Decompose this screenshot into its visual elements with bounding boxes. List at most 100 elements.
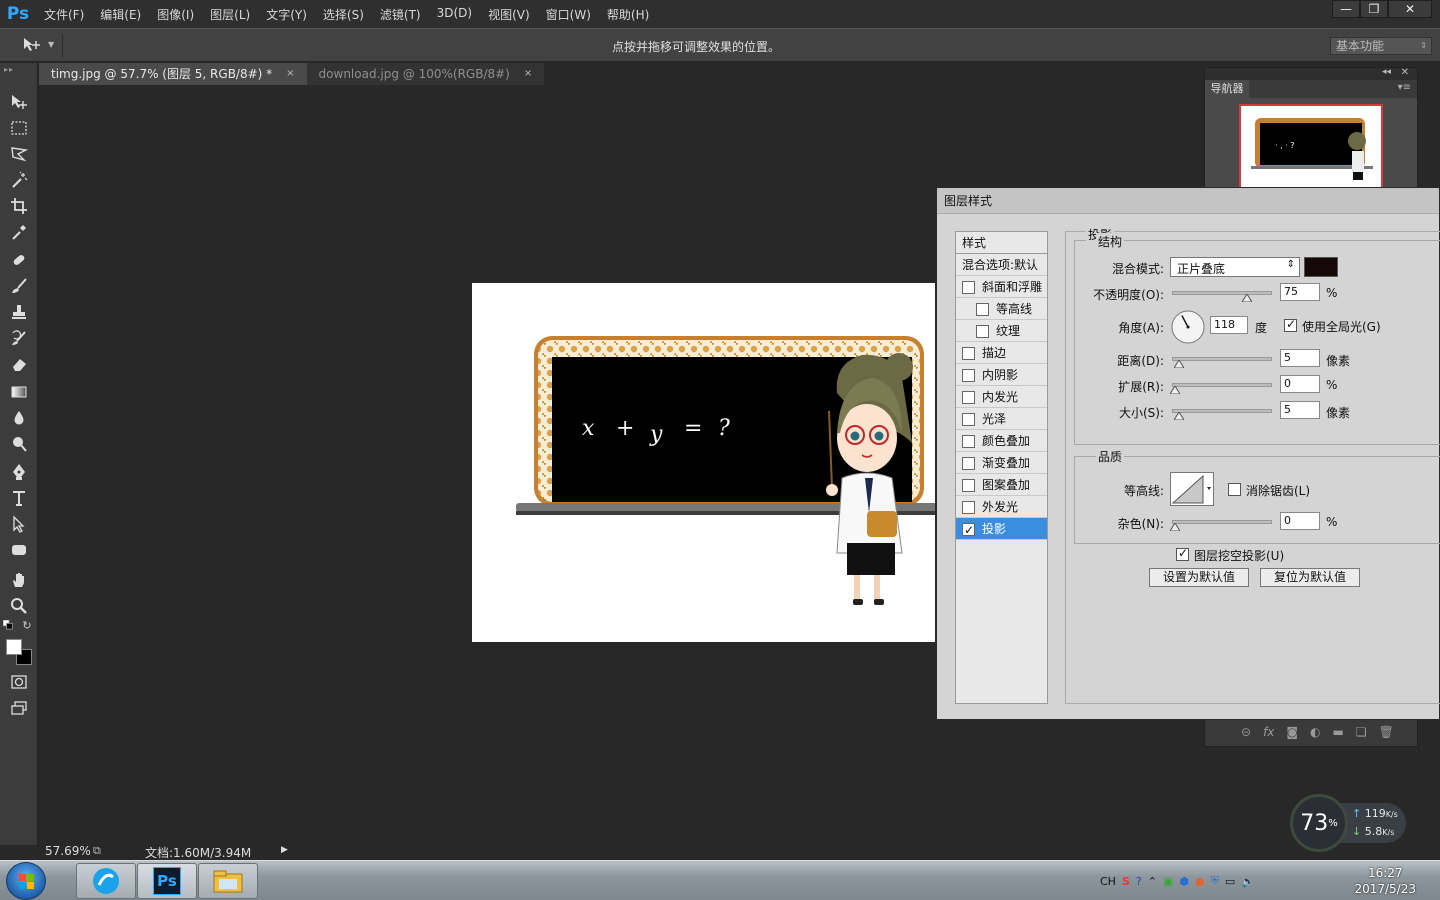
photoshop-taskbar-icon[interactable]: Ps: [137, 863, 197, 899]
fx-icon[interactable]: fx: [1263, 725, 1274, 739]
distance-slider-thumb[interactable]: [1174, 360, 1184, 368]
spread-slider-thumb[interactable]: [1170, 386, 1180, 394]
style-checkbox[interactable]: [976, 303, 989, 316]
dodge-tool-icon[interactable]: [7, 433, 31, 455]
noise-slider[interactable]: [1172, 520, 1272, 524]
menu-item-4[interactable]: 文字(Y): [258, 6, 315, 23]
zoom-tool-icon[interactable]: [7, 595, 31, 617]
style-item-6[interactable]: 光泽: [956, 408, 1047, 430]
tab-timg[interactable]: timg.jpg @ 57.7% (图层 5, RGB/8#) * ×: [39, 63, 307, 85]
opacity-slider-thumb[interactable]: [1242, 294, 1252, 302]
brush-tool-icon[interactable]: [7, 275, 31, 297]
knockout-checkbox[interactable]: ✓: [1176, 546, 1189, 561]
style-checkbox[interactable]: [976, 325, 989, 338]
mask-icon[interactable]: ◙: [1286, 725, 1298, 739]
crop-tool-icon[interactable]: [7, 195, 31, 217]
style-checkbox[interactable]: [962, 519, 975, 541]
export-icon[interactable]: ⧉: [93, 844, 101, 858]
menu-item-0[interactable]: 文件(F): [36, 6, 92, 23]
style-item-5[interactable]: 内发光: [956, 386, 1047, 408]
style-item-0[interactable]: 斜面和浮雕: [956, 276, 1047, 298]
angle-dial[interactable]: [1170, 309, 1206, 345]
cube-icon[interactable]: ⬢: [1179, 875, 1189, 888]
clock[interactable]: 16:27 2017/5/23: [1354, 865, 1416, 897]
style-item-10[interactable]: 外发光: [956, 496, 1047, 518]
new-layer-icon[interactable]: ❏: [1356, 725, 1367, 739]
eraser-tool-icon[interactable]: [7, 353, 31, 375]
folder-icon[interactable]: ▬: [1333, 725, 1344, 739]
opacity-input[interactable]: 75: [1280, 283, 1320, 301]
shadow-color-swatch[interactable]: [1304, 257, 1338, 277]
blend-mode-select[interactable]: 正片叠底 ⇕: [1170, 257, 1300, 277]
color-ball-icon[interactable]: ●: [1195, 875, 1205, 888]
tab-download[interactable]: download.jpg @ 100%(RGB/8#) ×: [306, 63, 545, 85]
style-item-9[interactable]: 图案叠加: [956, 474, 1047, 496]
style-item-11[interactable]: 投影: [956, 518, 1047, 541]
menu-item-3[interactable]: 图层(L): [202, 6, 258, 23]
qq-icon[interactable]: ▣: [1163, 875, 1173, 888]
panel-grip-icon[interactable]: ▸▸: [4, 65, 14, 74]
set-default-button[interactable]: 设置为默认值: [1149, 568, 1249, 587]
chevron-down-icon[interactable]: ▼: [48, 40, 54, 49]
close-icon[interactable]: ×: [286, 63, 294, 85]
noise-slider-thumb[interactable]: [1170, 523, 1180, 531]
path-selection-icon[interactable]: [7, 513, 31, 535]
panel-menu-icon[interactable]: ▾≡: [1398, 82, 1411, 93]
style-checkbox[interactable]: [962, 413, 975, 426]
opacity-slider[interactable]: [1172, 291, 1272, 295]
foreground-color-swatch[interactable]: [6, 639, 22, 655]
move-tool-preset-icon[interactable]: [22, 37, 42, 57]
restore-button[interactable]: ❐: [1360, 0, 1388, 18]
volume-icon[interactable]: 🔈: [1241, 875, 1255, 888]
link-icon[interactable]: ⊝: [1241, 725, 1251, 739]
style-checkbox[interactable]: [962, 347, 975, 360]
minimize-button[interactable]: —: [1332, 0, 1360, 18]
reset-default-button[interactable]: 复位为默认值: [1260, 568, 1360, 587]
distance-input[interactable]: 5: [1280, 349, 1320, 367]
size-slider-thumb[interactable]: [1174, 412, 1184, 420]
magic-wand-icon[interactable]: [7, 169, 31, 191]
contour-picker[interactable]: [1170, 472, 1214, 506]
healing-brush-icon[interactable]: [7, 249, 31, 271]
swap-colors-icon[interactable]: ↻: [20, 619, 34, 632]
menu-item-8[interactable]: 视图(V): [480, 6, 538, 23]
blend-options-item[interactable]: 混合选项:默认: [956, 254, 1047, 276]
menu-item-2[interactable]: 图像(I): [149, 6, 202, 23]
network-icon[interactable]: ▭: [1225, 875, 1235, 888]
quick-mask-icon[interactable]: [7, 671, 31, 693]
antialias-checkbox[interactable]: [1228, 483, 1241, 496]
distance-slider[interactable]: [1172, 357, 1272, 361]
workspace-select[interactable]: 基本功能 ⇕: [1330, 37, 1432, 55]
eyedropper-icon[interactable]: [7, 221, 31, 243]
spread-input[interactable]: 0: [1280, 375, 1320, 393]
global-light-checkbox[interactable]: ✓: [1284, 317, 1297, 332]
browser-taskbar-icon[interactable]: [76, 863, 136, 899]
gradient-tool-icon[interactable]: [7, 381, 31, 403]
shield-icon[interactable]: ⛨: [1211, 874, 1219, 888]
status-menu-arrow-icon[interactable]: ▶: [281, 845, 288, 855]
menu-item-7[interactable]: 3D(D): [429, 6, 480, 23]
style-checkbox[interactable]: [962, 479, 975, 492]
style-checkbox[interactable]: [962, 369, 975, 382]
close-window-button[interactable]: ✕: [1388, 0, 1432, 18]
hand-tool-icon[interactable]: [7, 569, 31, 591]
adjustment-icon[interactable]: ◐: [1310, 725, 1320, 739]
marquee-tool-icon[interactable]: [7, 117, 31, 139]
close-icon[interactable]: ×: [524, 63, 532, 85]
start-button[interactable]: [6, 862, 46, 900]
close-icon[interactable]: ✕: [1401, 67, 1409, 78]
style-checkbox[interactable]: [962, 281, 975, 294]
blur-tool-icon[interactable]: [7, 407, 31, 429]
clone-stamp-icon[interactable]: [7, 301, 31, 323]
explorer-taskbar-icon[interactable]: [198, 863, 258, 899]
network-speed-widget[interactable]: ↑ 119K/s ↓ 5.8K/s 73%: [1290, 794, 1408, 852]
lasso-tool-icon[interactable]: [7, 143, 31, 165]
sogou-icon[interactable]: S: [1122, 875, 1130, 888]
menu-item-9[interactable]: 窗口(W): [538, 6, 599, 23]
size-slider[interactable]: [1172, 409, 1272, 413]
screen-mode-icon[interactable]: [7, 697, 31, 719]
shape-tool-icon[interactable]: [7, 539, 31, 561]
style-checkbox[interactable]: [962, 391, 975, 404]
tab-navigator[interactable]: 导航器: [1205, 80, 1249, 98]
document-canvas[interactable]: x + y =?: [472, 283, 935, 642]
